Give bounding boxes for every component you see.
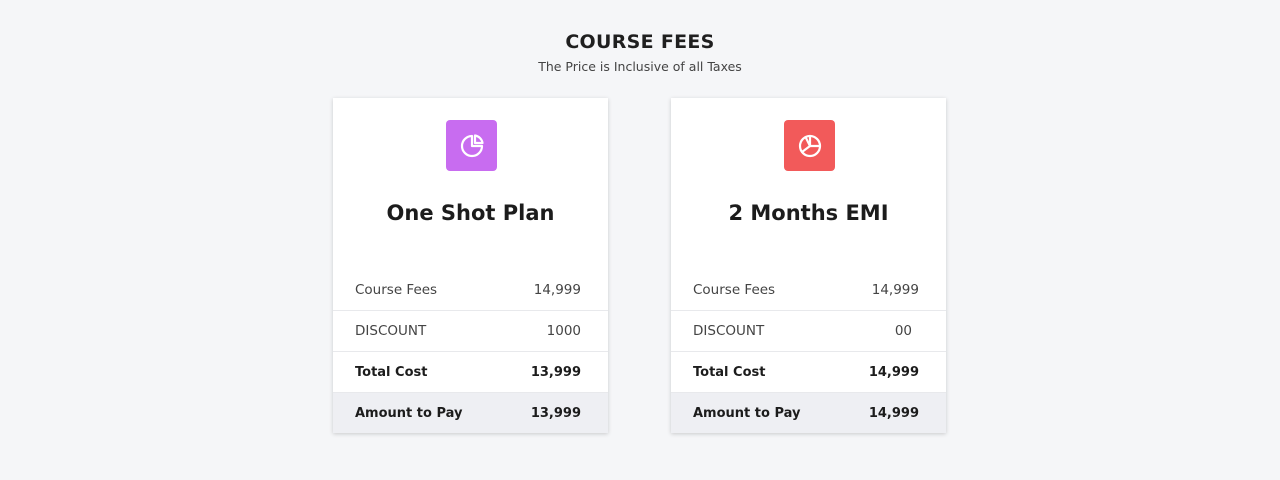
- row-value: 13,999: [530, 364, 581, 380]
- row-label: Course Fees: [693, 282, 776, 298]
- fee-table: Course Fees 14,999 DISCOUNT 1000 Total C…: [333, 270, 608, 433]
- plan-card-one-shot: One Shot Plan Course Fees 14,999 DISCOUN…: [333, 98, 608, 433]
- row-value: 13,999: [530, 405, 581, 421]
- plan-title: One Shot Plan: [386, 201, 555, 225]
- section-header: COURSE FEES The Price is Inclusive of al…: [0, 28, 1280, 75]
- segmented-circle-icon: [784, 120, 835, 171]
- row-value: 14,999: [533, 282, 581, 298]
- row-label: DISCOUNT: [693, 323, 765, 339]
- row-value: 1000: [546, 323, 581, 339]
- row-label: Total Cost: [693, 364, 766, 380]
- amount-to-pay-row: Amount to Pay 14,999: [671, 392, 946, 433]
- row-label: Total Cost: [355, 364, 428, 380]
- course-fees-row: Course Fees 14,999: [333, 270, 608, 310]
- row-value: 00: [894, 323, 912, 339]
- row-label: Course Fees: [355, 282, 438, 298]
- amount-to-pay-row: Amount to Pay 13,999: [333, 392, 608, 433]
- total-cost-row: Total Cost 14,999: [671, 351, 946, 392]
- row-value: 14,999: [868, 364, 919, 380]
- fee-table: Course Fees 14,999 DISCOUNT 00 Total Cos…: [671, 270, 946, 433]
- section-title: COURSE FEES: [565, 31, 715, 53]
- discount-row: DISCOUNT 1000: [333, 310, 608, 351]
- course-fees-row: Course Fees 14,999: [671, 270, 946, 310]
- row-value: 14,999: [868, 405, 919, 421]
- pie-chart-icon: [446, 120, 497, 171]
- plan-card-emi: 2 Months EMI Course Fees 14,999 DISCOUNT…: [671, 98, 946, 433]
- row-label: Amount to Pay: [693, 405, 801, 421]
- row-label: Amount to Pay: [355, 405, 463, 421]
- row-value: 14,999: [871, 282, 919, 298]
- row-label: DISCOUNT: [355, 323, 427, 339]
- plan-title: 2 Months EMI: [728, 201, 889, 225]
- section-subtitle: The Price is Inclusive of all Taxes: [538, 59, 742, 74]
- discount-row: DISCOUNT 00: [671, 310, 946, 351]
- total-cost-row: Total Cost 13,999: [333, 351, 608, 392]
